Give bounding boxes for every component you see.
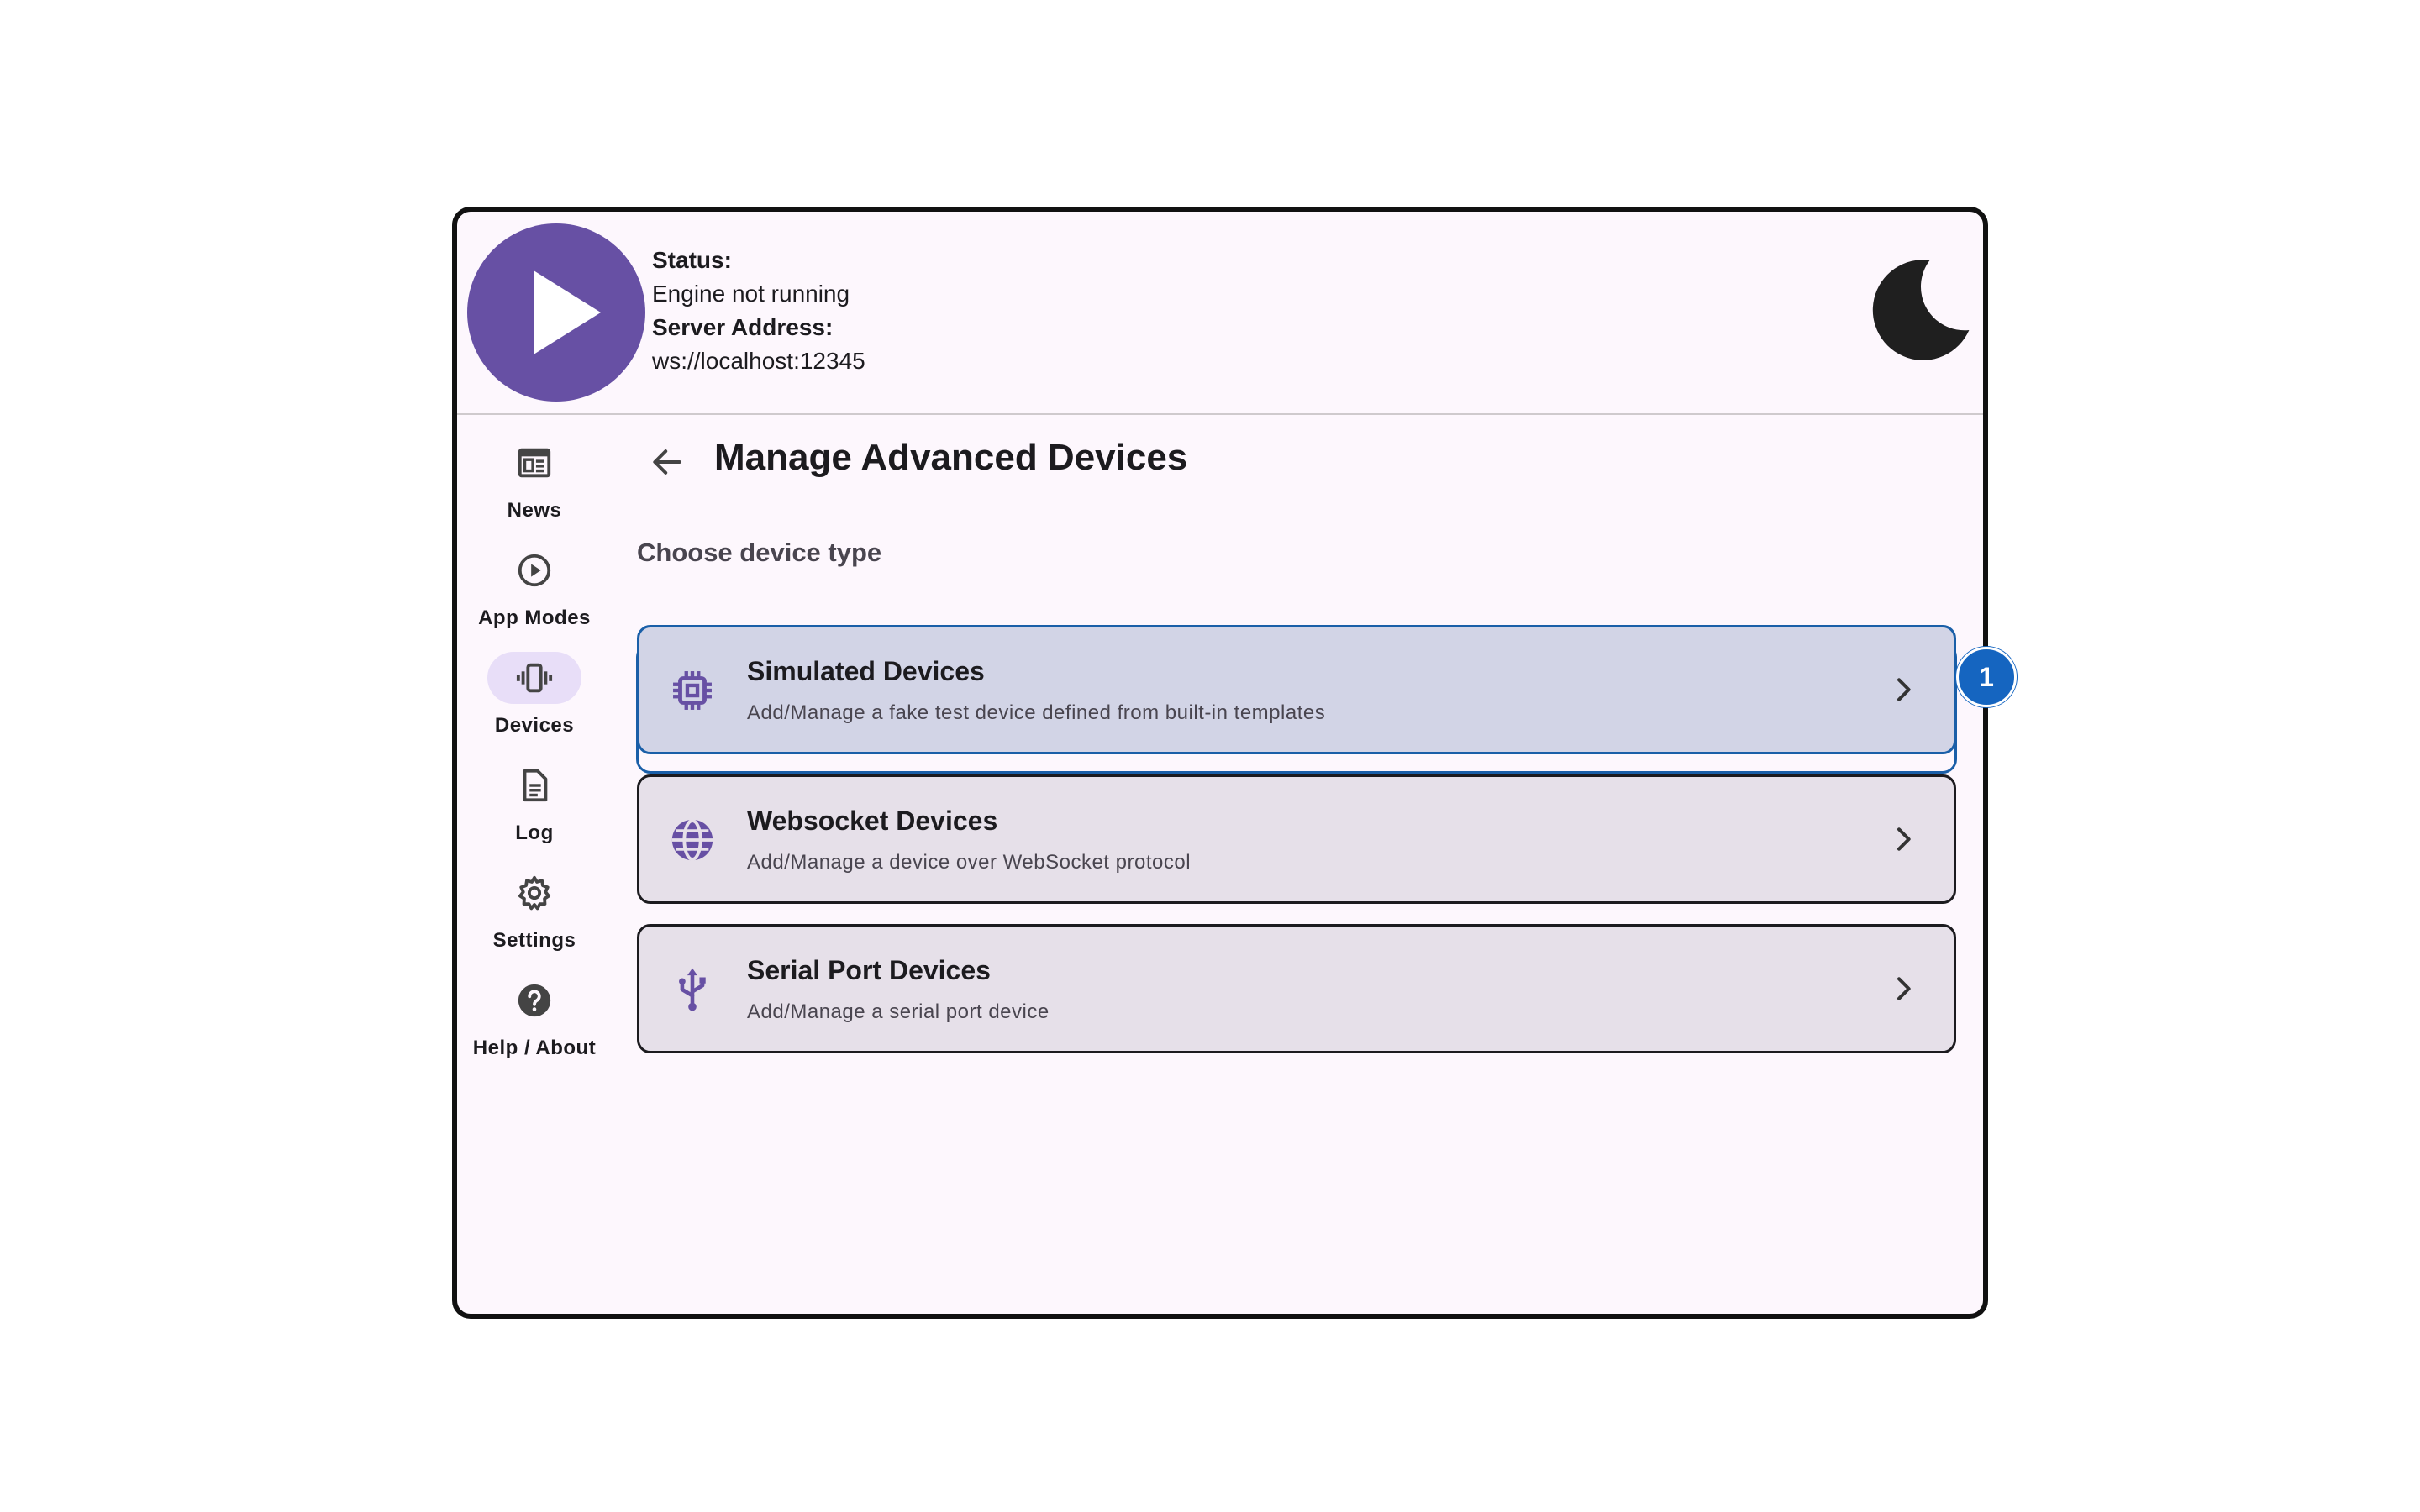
newspaper-icon	[518, 448, 551, 478]
play-icon	[534, 270, 601, 354]
nav-item-help-about[interactable]: Help / About	[457, 974, 612, 1067]
chip-icon	[673, 671, 712, 710]
gear-icon	[518, 875, 550, 911]
step-number-badge: 1	[1956, 647, 2017, 707]
websocket-devices-card[interactable]: Websocket Devices Add/Manage a device ov…	[637, 774, 1956, 904]
card-subtitle: Add/Manage a fake test device defined fr…	[747, 701, 1326, 724]
nav-icon-container	[487, 867, 581, 919]
page-title: Manage Advanced Devices	[714, 437, 1188, 478]
help-icon	[518, 984, 551, 1017]
arrow-back-icon	[653, 449, 681, 475]
serial-port-devices-card[interactable]: Serial Port Devices Add/Manage a serial …	[637, 924, 1956, 1053]
back-button[interactable]	[637, 432, 697, 492]
usb-icon	[679, 968, 706, 1011]
theme-toggle-button[interactable]	[1862, 254, 1971, 363]
nav-label: Devices	[494, 714, 575, 737]
card-title: Serial Port Devices	[747, 955, 991, 985]
vibration-icon	[516, 663, 553, 693]
status-value: Engine not running	[652, 281, 850, 307]
nav-label: App Modes	[478, 606, 591, 629]
nav-item-settings[interactable]: Settings	[457, 867, 612, 959]
card-title: Websocket Devices	[747, 806, 998, 836]
server-address-label: Server Address:	[652, 314, 834, 340]
engine-status-block: Status: Engine not running Server Addres…	[652, 244, 865, 378]
card-subtitle: Add/Manage a serial port device	[747, 1000, 1050, 1023]
app-window: Status: Engine not running Server Addres…	[452, 207, 1988, 1319]
status-label: Status:	[652, 247, 732, 273]
start-engine-button[interactable]	[467, 223, 645, 402]
card-subtitle: Add/Manage a device over WebSocket proto…	[747, 851, 1192, 874]
main-content: Manage Advanced Devices Choose device ty…	[637, 415, 1965, 1305]
document-icon	[523, 769, 548, 802]
nav-icon-container-active	[487, 652, 581, 704]
chevron-right-icon	[1897, 827, 1911, 851]
app-header: Status: Engine not running Server Addres…	[457, 212, 1983, 415]
nav-icon-container	[487, 437, 581, 489]
nav-label: News	[507, 499, 562, 522]
section-title: Choose device type	[637, 538, 882, 567]
nav-item-devices[interactable]: Devices	[457, 652, 612, 744]
card-title: Simulated Devices	[747, 656, 985, 686]
nav-item-app-modes[interactable]: App Modes	[457, 544, 612, 637]
nav-label: Settings	[492, 929, 576, 952]
nav-label: Log	[515, 822, 554, 844]
nav-icon-container	[487, 974, 581, 1026]
navigation-rail: News App Modes Devices Log Settings Help…	[457, 415, 612, 1305]
globe-icon	[671, 819, 713, 861]
moon-icon	[1872, 260, 1970, 360]
nav-item-log[interactable]: Log	[457, 759, 612, 852]
nav-label: Help / About	[472, 1037, 597, 1059]
simulated-devices-card[interactable]: Simulated Devices Add/Manage a fake test…	[637, 625, 1956, 754]
nav-item-news[interactable]: News	[457, 437, 612, 529]
chevron-right-icon	[1897, 977, 1911, 1000]
server-address-value: ws://localhost:12345	[652, 348, 865, 374]
nav-icon-container	[487, 544, 581, 596]
chevron-right-icon	[1897, 678, 1911, 701]
nav-icon-container	[487, 759, 581, 811]
play-circle-icon	[518, 554, 551, 587]
